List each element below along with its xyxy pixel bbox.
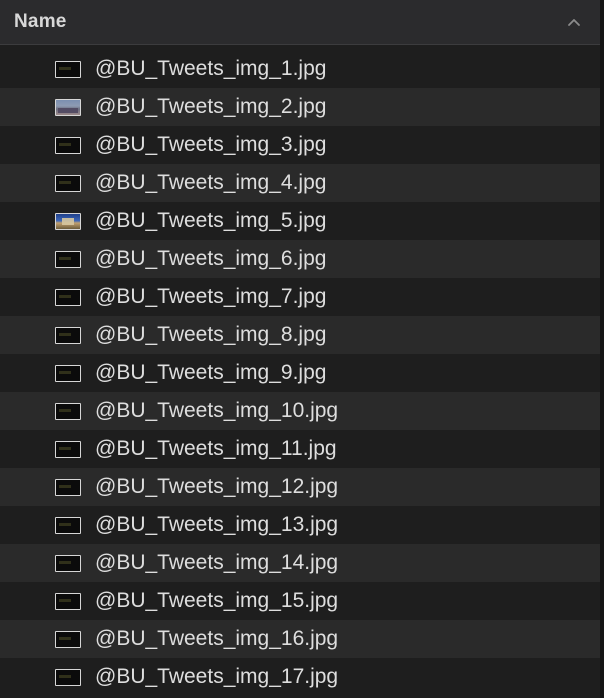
image-thumbnail-icon [55, 440, 81, 458]
image-thumbnail-icon [55, 288, 81, 306]
file-row[interactable]: @BU_Tweets_img_17.jpg [0, 658, 600, 696]
file-row[interactable]: @BU_Tweets_img_2.jpg [0, 88, 600, 126]
file-row[interactable]: @BU_Tweets_img_7.jpg [0, 278, 600, 316]
image-thumbnail-icon [55, 478, 81, 496]
finder-list-window: Name @BU_Tweets_img_1.jpg @BU_Tweets_img_… [0, 0, 604, 698]
image-thumbnail-icon [55, 516, 81, 534]
image-thumbnail-icon [55, 668, 81, 686]
file-row[interactable]: @BU_Tweets_img_14.jpg [0, 544, 600, 582]
file-name: @BU_Tweets_img_11.jpg [95, 437, 337, 460]
image-thumbnail-icon [55, 402, 81, 420]
file-name: @BU_Tweets_img_10.jpg [95, 399, 339, 422]
file-name: @BU_Tweets_img_9.jpg [95, 361, 327, 384]
image-thumbnail-icon [55, 630, 81, 648]
file-row[interactable]: @BU_Tweets_img_12.jpg [0, 468, 600, 506]
file-row[interactable]: @BU_Tweets_img_16.jpg [0, 620, 600, 658]
chevron-up-icon[interactable] [566, 14, 582, 30]
file-row[interactable]: @BU_Tweets_img_13.jpg [0, 506, 600, 544]
image-thumbnail-icon [55, 364, 81, 382]
image-thumbnail-icon [55, 60, 81, 78]
image-thumbnail-icon [55, 592, 81, 610]
file-row[interactable]: @BU_Tweets_img_10.jpg [0, 392, 600, 430]
file-name: @BU_Tweets_img_2.jpg [95, 95, 327, 118]
name-column-title: Name [14, 11, 67, 32]
file-name: @BU_Tweets_img_3.jpg [95, 133, 327, 156]
file-name: @BU_Tweets_img_1.jpg [95, 57, 327, 80]
file-name: @BU_Tweets_img_17.jpg [95, 665, 339, 688]
file-row[interactable]: @BU_Tweets_img_4.jpg [0, 164, 600, 202]
file-name: @BU_Tweets_img_13.jpg [95, 513, 339, 536]
image-thumbnail-icon [55, 250, 81, 268]
file-name: @BU_Tweets_img_12.jpg [95, 475, 339, 498]
file-name: @BU_Tweets_img_4.jpg [95, 171, 327, 194]
file-row[interactable]: @BU_Tweets_img_1.jpg [0, 50, 600, 88]
file-name: @BU_Tweets_img_5.jpg [95, 209, 327, 232]
file-row[interactable]: @BU_Tweets_img_8.jpg [0, 316, 600, 354]
file-row[interactable]: @BU_Tweets_img_5.jpg [0, 202, 600, 240]
file-name: @BU_Tweets_img_8.jpg [95, 323, 327, 346]
image-thumbnail-icon [55, 136, 81, 154]
file-row[interactable]: @BU_Tweets_img_15.jpg [0, 582, 600, 620]
file-row[interactable]: @BU_Tweets_img_3.jpg [0, 126, 600, 164]
image-thumbnail-icon [55, 212, 81, 230]
file-row[interactable]: @BU_Tweets_img_6.jpg [0, 240, 600, 278]
image-thumbnail-icon [55, 98, 81, 116]
image-thumbnail-icon [55, 326, 81, 344]
image-thumbnail-icon [55, 174, 81, 192]
file-name: @BU_Tweets_img_7.jpg [95, 285, 327, 308]
file-list: @BU_Tweets_img_1.jpg @BU_Tweets_img_2.jpg… [0, 50, 600, 696]
file-name: @BU_Tweets_img_14.jpg [95, 551, 339, 574]
image-thumbnail-icon [55, 554, 81, 572]
file-name: @BU_Tweets_img_16.jpg [95, 627, 339, 650]
file-name: @BU_Tweets_img_6.jpg [95, 247, 327, 270]
name-column-header[interactable]: Name [0, 0, 600, 45]
window-edge [600, 0, 604, 698]
file-row[interactable]: @BU_Tweets_img_11.jpg [0, 430, 600, 468]
file-row[interactable]: @BU_Tweets_img_9.jpg [0, 354, 600, 392]
file-name: @BU_Tweets_img_15.jpg [95, 589, 339, 612]
